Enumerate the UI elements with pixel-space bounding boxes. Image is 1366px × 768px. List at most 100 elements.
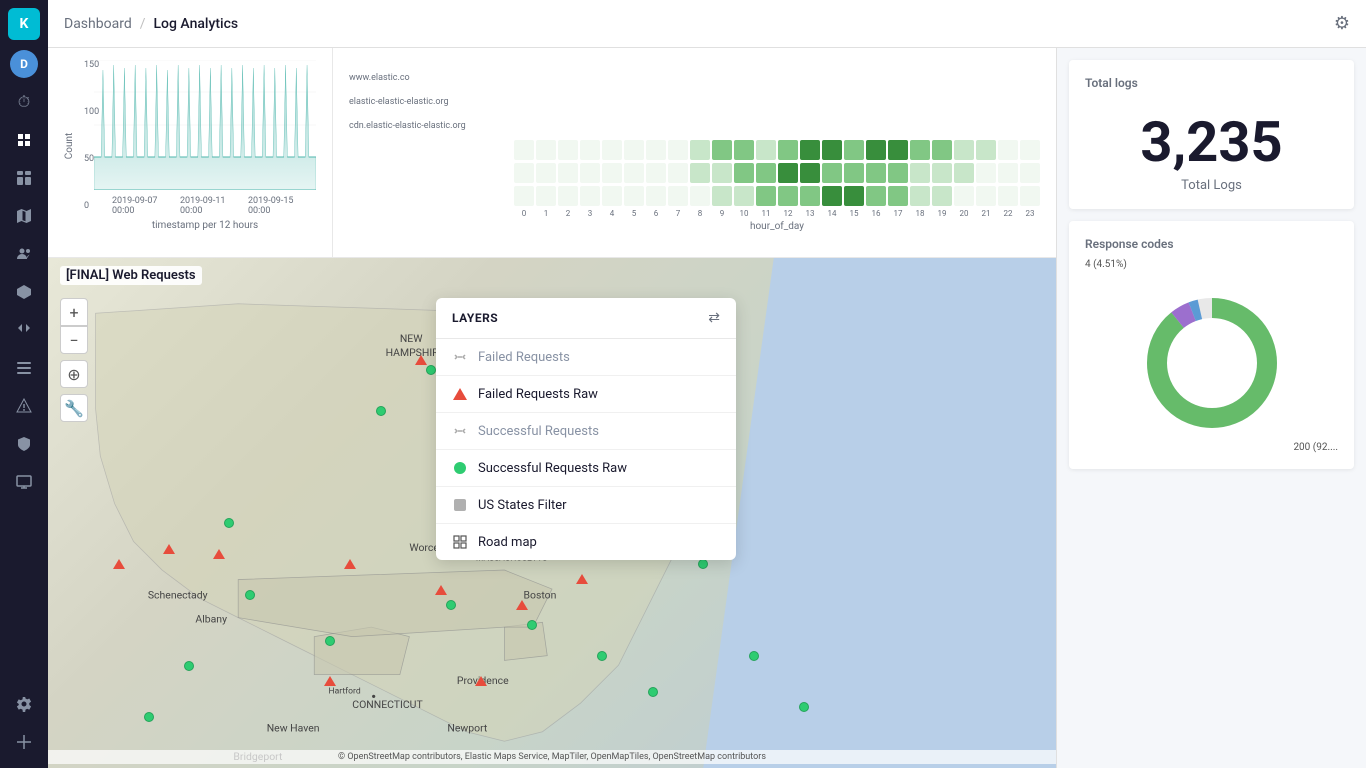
map-attribution: © OpenStreetMap contributors, Elastic Ma… <box>48 750 1056 764</box>
app-logo[interactable]: K <box>8 8 40 40</box>
response-codes-legend: 4 (4.51%) <box>1085 259 1338 270</box>
map-marker-success <box>648 687 658 697</box>
map-controls: + − ⊕ 🔧 <box>60 298 88 428</box>
donut-chart-svg <box>1122 278 1302 438</box>
map-icon[interactable] <box>6 198 42 234</box>
map-wrench-button[interactable]: 🔧 <box>60 394 88 422</box>
devtools-icon[interactable] <box>6 312 42 348</box>
response-codes-card: Response codes 4 (4.51%) 200 (92.... <box>1069 221 1354 469</box>
road-map-layer-item[interactable]: Road map <box>436 524 736 560</box>
map-zoom-group: + − <box>60 298 88 354</box>
map-marker-success <box>426 365 436 375</box>
map-marker-success <box>527 620 537 630</box>
map-marker-failed <box>324 676 336 686</box>
failed-requests-label: Failed Requests <box>478 350 570 365</box>
top-charts-row: Count 150 100 50 0 <box>48 48 1056 258</box>
canvas-icon[interactable] <box>6 122 42 158</box>
map-wrench-group: 🔧 <box>60 394 88 422</box>
ml-icon[interactable] <box>6 274 42 310</box>
map-marker-success <box>184 661 194 671</box>
us-states-filter-layer-item[interactable]: US States Filter <box>436 487 736 524</box>
total-logs-title: Total logs <box>1085 76 1338 90</box>
heatmap-x-axis-title: hour_of_day <box>514 221 1040 232</box>
svg-text:Newport: Newport <box>447 722 487 735</box>
gear-icon[interactable] <box>6 686 42 722</box>
svg-text:New Haven: New Haven <box>267 722 320 735</box>
area-chart-x-label: timestamp per 12 hours <box>94 220 316 231</box>
right-panel: Total logs 3,235 Total Logs Response cod… <box>1056 48 1366 768</box>
map-marker-failed <box>576 574 588 584</box>
successful-requests-raw-layer-item[interactable]: Successful Requests Raw <box>436 450 736 487</box>
clock-icon[interactable]: ⏱ <box>6 84 42 120</box>
failed-requests-raw-label: Failed Requests Raw <box>478 387 598 402</box>
header-right: ⚙ <box>1334 13 1350 34</box>
area-chart-y-axis: 150 100 50 0 <box>84 60 99 211</box>
breadcrumb-separator: / <box>140 16 146 32</box>
successful-requests-layer-item[interactable]: Successful Requests <box>436 413 736 450</box>
heatmap-svg: /* cells drawn via JS below */ <box>514 68 1016 140</box>
map-marker-success <box>144 712 154 722</box>
monitor-icon[interactable] <box>6 464 42 500</box>
map-marker-success <box>597 651 607 661</box>
map-marker-failed <box>435 585 447 595</box>
map-marker-success <box>325 636 335 646</box>
chain-icon <box>452 349 468 365</box>
map-marker-failed <box>163 544 175 554</box>
layers-panel: LAYERS ⇄ Failed Requests Failed Requ <box>436 298 736 560</box>
users-icon[interactable] <box>6 236 42 272</box>
layers-header: LAYERS ⇄ <box>436 298 736 339</box>
alert-icon[interactable] <box>6 388 42 424</box>
donut-chart-container <box>1085 278 1338 438</box>
sidebar: K D ⏱ <box>0 0 48 768</box>
header: Dashboard / Log Analytics ⚙ <box>48 0 1366 48</box>
svg-text:●: ● <box>371 691 376 700</box>
layers-sort-icon[interactable]: ⇄ <box>708 310 720 326</box>
chain-icon-2 <box>452 423 468 439</box>
shield-icon[interactable] <box>6 426 42 462</box>
heatmap-y3: cdn.elastic-elastic-elastic.org <box>349 116 466 136</box>
map-locate-button[interactable]: ⊕ <box>60 360 88 388</box>
response-codes-title: Response codes <box>1085 237 1338 251</box>
area-chart-x2: 2019-09-11 00:00 <box>180 196 248 216</box>
grid-icon <box>452 534 468 550</box>
map-marker-success <box>224 518 234 528</box>
expand-icon[interactable] <box>6 724 42 760</box>
svg-text:Schenectady: Schenectady <box>148 589 208 602</box>
area-chart-x3: 2019-09-15 00:00 <box>248 196 316 216</box>
user-avatar[interactable]: D <box>10 50 38 78</box>
triangle-icon <box>452 386 468 402</box>
failed-requests-layer-item[interactable]: Failed Requests <box>436 339 736 376</box>
zoom-in-button[interactable]: + <box>60 298 88 326</box>
total-logs-card: Total logs 3,235 Total Logs <box>1069 60 1354 209</box>
dashboard-icon[interactable] <box>6 160 42 196</box>
stack-icon[interactable] <box>6 350 42 386</box>
circle-icon <box>452 460 468 476</box>
map-marker-success <box>698 559 708 569</box>
square-icon <box>452 497 468 513</box>
map-target-group: ⊕ <box>60 360 88 388</box>
successful-requests-label: Successful Requests <box>478 424 599 439</box>
breadcrumb-home[interactable]: Dashboard <box>64 16 132 32</box>
breadcrumb: Dashboard / Log Analytics <box>64 16 238 32</box>
map-panel: [FINAL] Web Requests Albany Schene <box>48 258 1056 768</box>
total-logs-label: Total Logs <box>1085 178 1338 193</box>
svg-text:Hartford: Hartford <box>329 687 361 697</box>
map-marker-failed <box>113 559 125 569</box>
map-marker-success <box>749 651 759 661</box>
total-logs-value: 3,235 <box>1085 98 1338 178</box>
zoom-out-button[interactable]: − <box>60 326 88 354</box>
svg-text:CONNECTICUT: CONNECTICUT <box>352 698 422 711</box>
road-map-label: Road map <box>478 535 537 550</box>
svg-text:Albany: Albany <box>195 612 227 625</box>
heatmap-y1: www.elastic.co <box>349 68 466 88</box>
area-chart-panel: Count 150 100 50 0 <box>48 48 333 257</box>
map-marker-success <box>376 406 386 416</box>
heatmap-grid: /* cells drawn via JS below */ 012345678… <box>514 68 1040 232</box>
failed-requests-raw-layer-item[interactable]: Failed Requests Raw <box>436 376 736 413</box>
header-settings-icon[interactable]: ⚙ <box>1334 13 1350 34</box>
map-title: [FINAL] Web Requests <box>60 266 202 285</box>
area-chart-svg <box>94 60 316 190</box>
map-marker-failed <box>213 549 225 559</box>
successful-requests-raw-label: Successful Requests Raw <box>478 461 627 476</box>
map-marker-failed <box>344 559 356 569</box>
